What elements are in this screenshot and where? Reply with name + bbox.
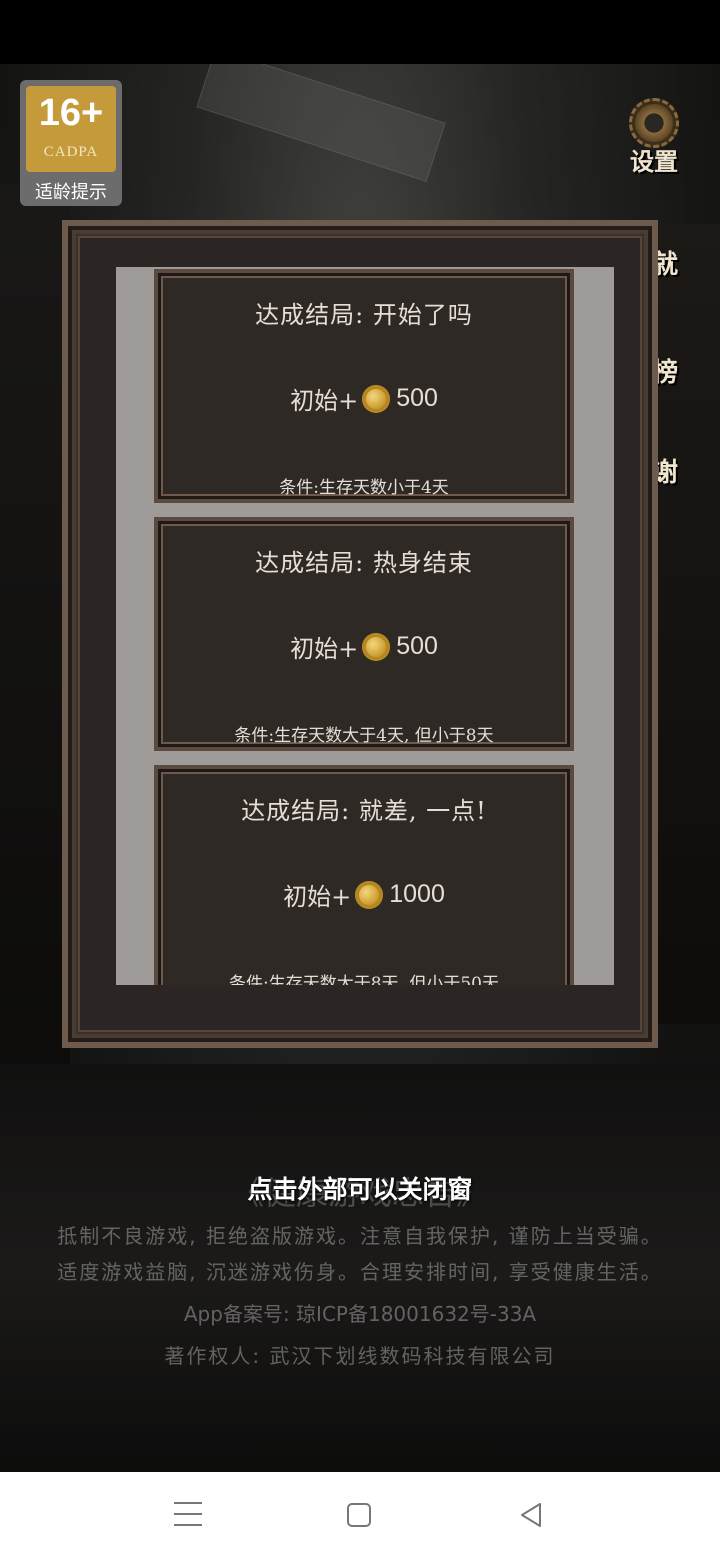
status-bar: [0, 0, 720, 64]
footer-copyright: 著作权人: 武汉下划线数码科技有限公司: [164, 1344, 556, 1368]
ending-reward: 初始+ 1000: [158, 877, 570, 912]
footer-advice-line-2: 适度游戏益脑, 沉迷游戏伤身。合理安排时间, 享受健康生活。: [57, 1260, 663, 1284]
gear-icon: [629, 98, 679, 148]
coin-icon: [355, 880, 384, 909]
back-icon[interactable]: [516, 1500, 546, 1530]
recent-apps-icon[interactable]: [174, 1502, 202, 1528]
age-rating-badge[interactable]: 16+ CADPA 适龄提示: [20, 80, 122, 206]
age-rating-org: CADPA: [43, 144, 99, 160]
ending-card: 达成结局: 开始了吗 初始+ 500 条件:生存天数小于4天: [154, 269, 574, 503]
reward-value: 500: [396, 632, 438, 660]
reward-prefix: 初始+: [290, 635, 359, 663]
ending-condition: 条件:生存天数大于4天, 但小于8天: [234, 726, 494, 746]
age-rating-emblem: 16+ CADPA: [26, 86, 116, 172]
ending-card: 达成结局: 热身结束 初始+ 500 条件:生存天数大于4天, 但小于8天: [154, 517, 574, 751]
ending-title: 达成结局: 就差, 一点!: [241, 797, 487, 825]
close-hint: 点击外部可以关闭窗: [247, 1175, 473, 1204]
footer-advice-line-1: 抵制不良游戏, 拒绝盗版游戏。注意自我保护, 谨防上当受骗。: [57, 1224, 663, 1248]
coin-icon: [362, 632, 391, 661]
ending-condition: 条件:生存天数小于4天: [279, 478, 449, 498]
ending-title: 达成结局: 开始了吗: [255, 301, 473, 329]
settings-label: 设置: [630, 148, 678, 176]
reward-prefix: 初始+: [290, 387, 359, 415]
endings-list[interactable]: 达成结局: 开始了吗 初始+ 500 条件:生存天数小于4天 达成结局: 热身结束…: [116, 267, 614, 985]
reward-value: 1000: [389, 880, 445, 908]
ending-card: 达成结局: 就差, 一点! 初始+ 1000 条件:生存天数大于8天, 但小于50…: [154, 765, 574, 985]
coin-icon: [362, 384, 391, 413]
ending-condition: 条件:生存天数大于8天, 但小于50天: [229, 974, 499, 985]
ending-reward: 初始+ 500: [158, 629, 570, 664]
home-icon[interactable]: [347, 1503, 371, 1527]
footer-icp: App备案号: 琼ICP备18001632号-33A: [183, 1302, 537, 1326]
ending-reward: 初始+ 500: [158, 381, 570, 416]
settings-button[interactable]: 设置: [612, 98, 696, 178]
ending-title: 达成结局: 热身结束: [255, 549, 473, 577]
age-rating-number: 16+: [38, 92, 104, 134]
age-rating-label: 适龄提示: [35, 182, 107, 203]
reward-prefix: 初始+: [283, 883, 352, 911]
system-nav-bar: [0, 1472, 720, 1560]
reward-value: 500: [396, 384, 438, 412]
